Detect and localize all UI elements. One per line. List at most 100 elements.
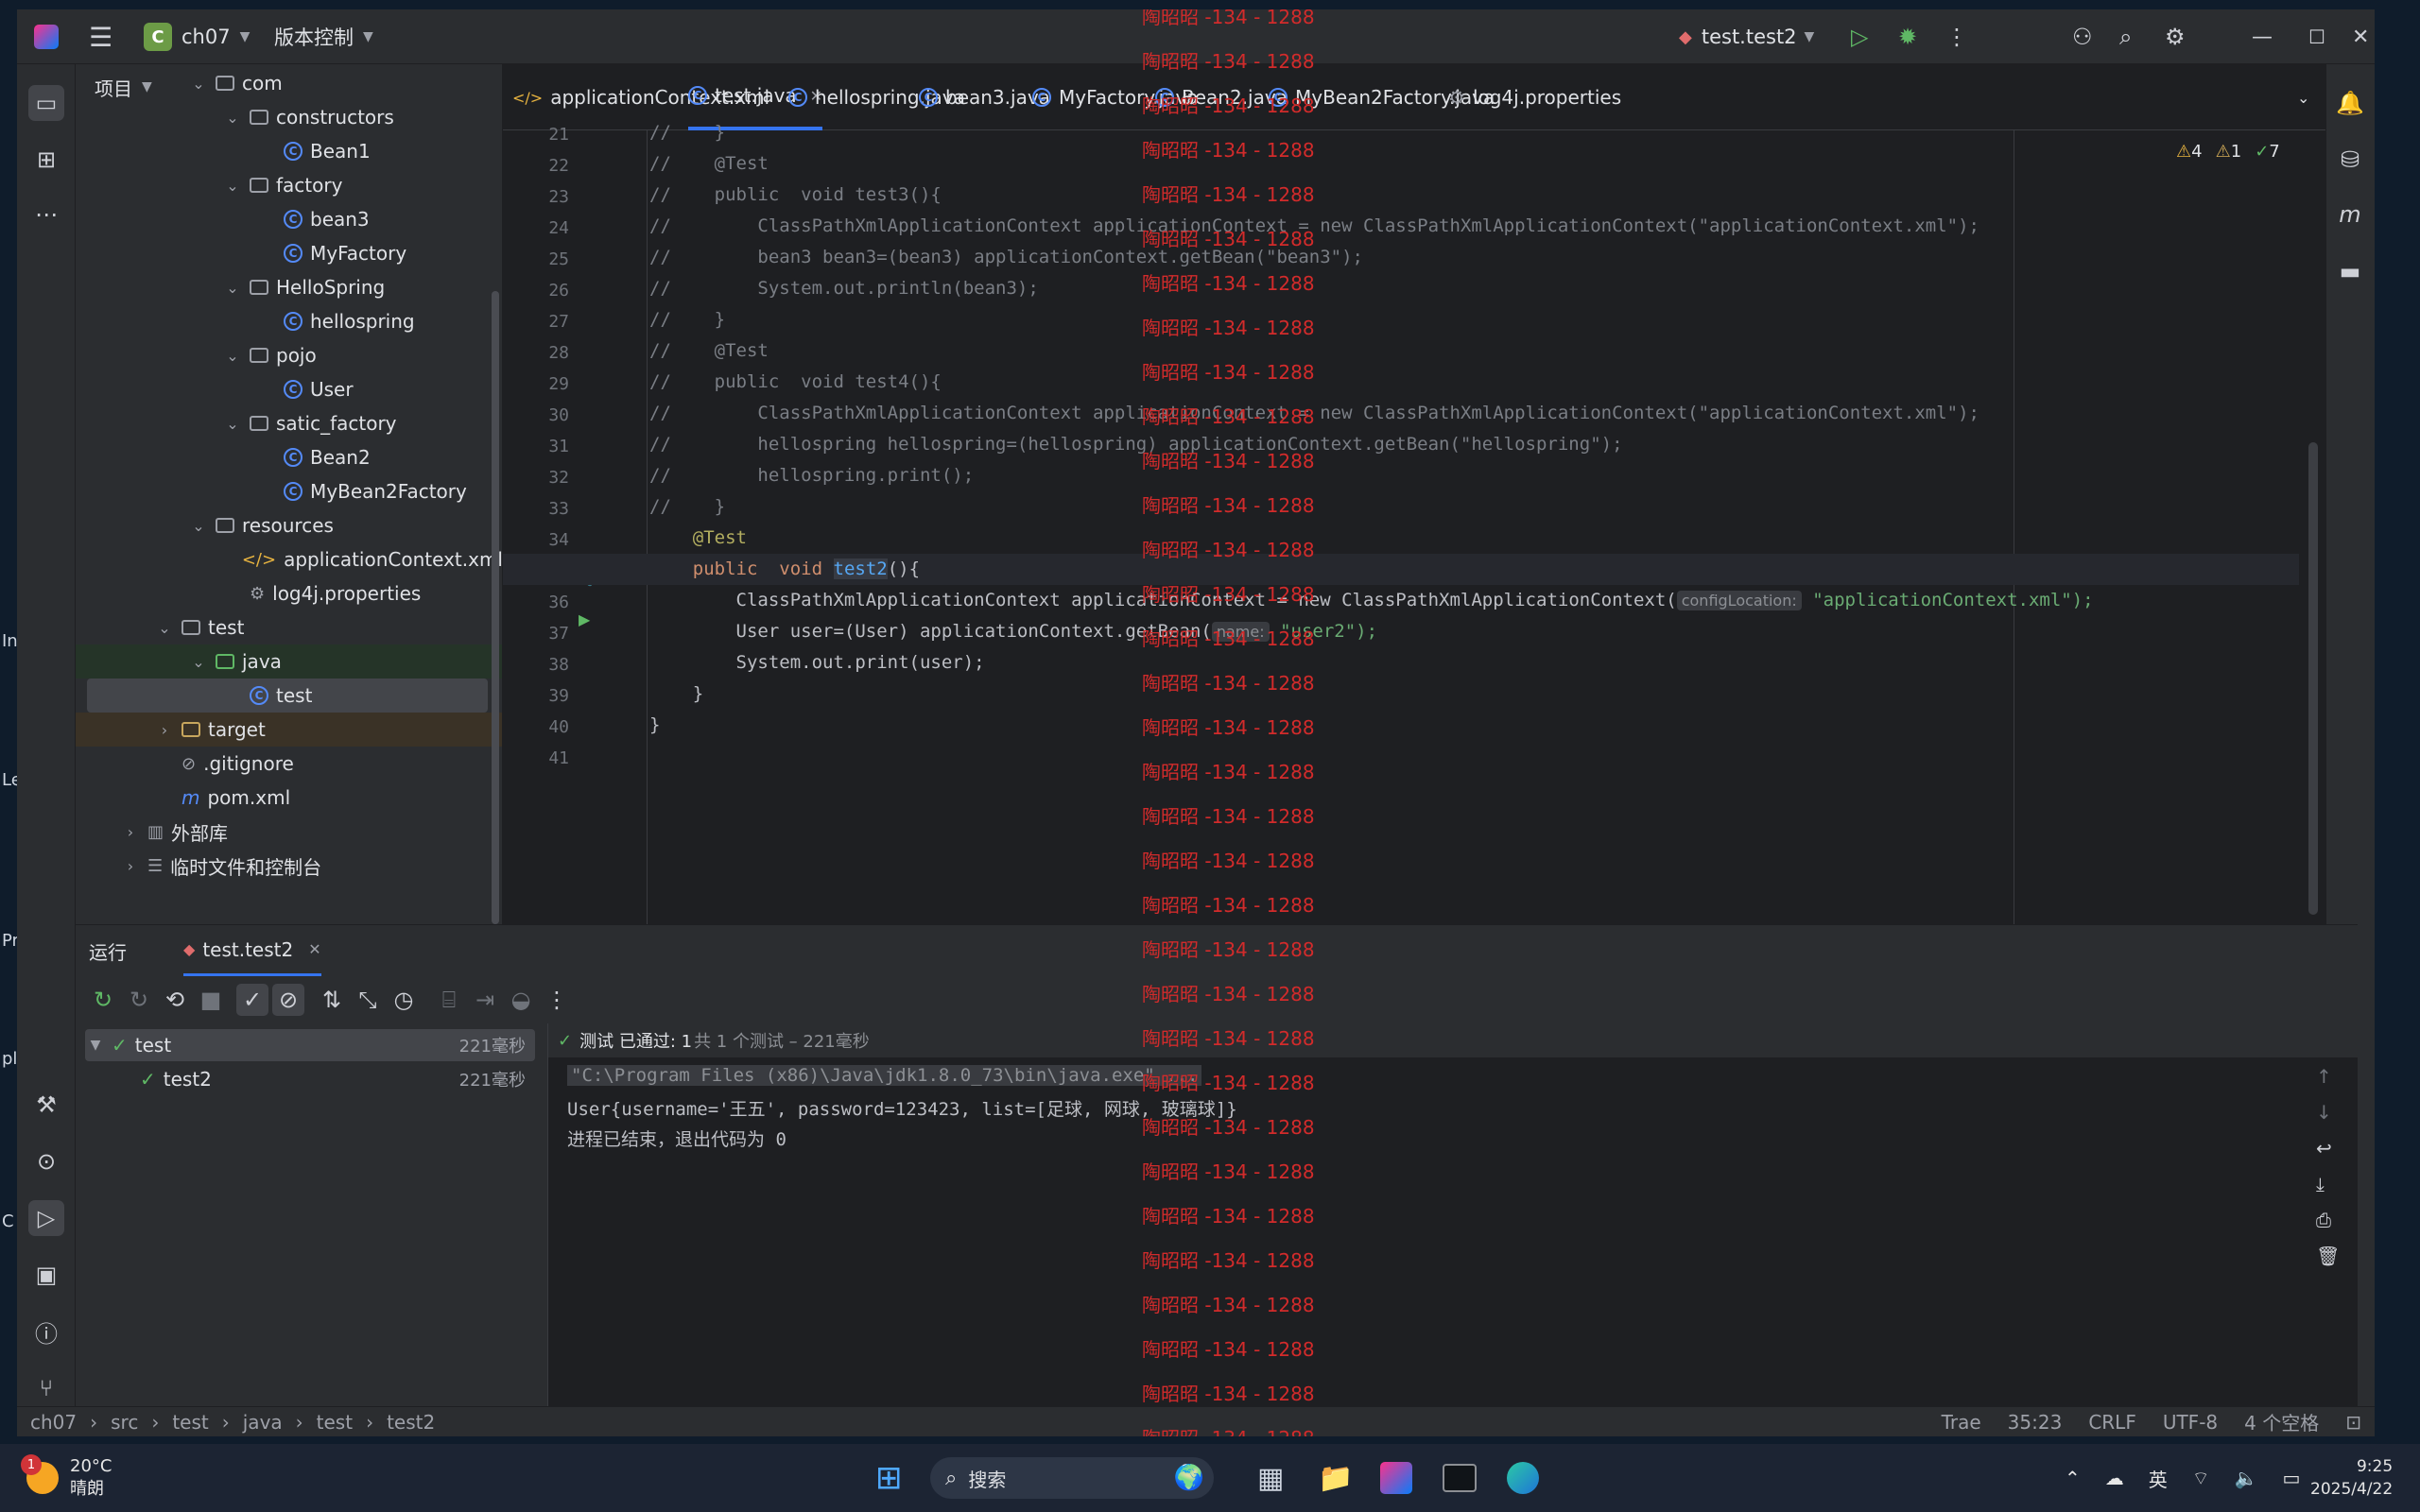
tree-item[interactable]: Cbean3 [76, 202, 502, 236]
test-tree-row[interactable]: ✓ test2 221毫秒 [85, 1063, 535, 1095]
close-icon[interactable]: ✕ [2352, 9, 2369, 64]
screenshot-icon[interactable]: ⌸ [431, 987, 467, 1013]
readonly-toggle-icon[interactable]: ⊡ [2345, 1411, 2361, 1434]
maven-icon[interactable]: m [2332, 197, 2368, 232]
more-actions-icon[interactable]: ⋮ [1945, 9, 1968, 64]
weather-widget[interactable]: 1 20°C 晴朗 [21, 1454, 112, 1501]
minimize-icon[interactable]: — [2252, 9, 2273, 64]
database-icon[interactable]: ⛁ [2332, 142, 2368, 178]
vcs-menu[interactable]: 版本控制 ▼ [274, 9, 373, 64]
tree-item[interactable]: ⚙ log4j.properties [76, 576, 502, 610]
editor-tab[interactable]: Cbean3.java [919, 64, 1050, 130]
breadcrumb-item[interactable]: ch07 [30, 1411, 77, 1434]
file-explorer-icon[interactable]: 📁 [1318, 1462, 1353, 1495]
battery-icon[interactable]: ▭ [2282, 1467, 2300, 1489]
trash-icon[interactable]: 🗑 [2316, 1245, 2340, 1267]
onedrive-icon[interactable]: ☁ [2105, 1467, 2124, 1489]
tray-overflow-icon[interactable]: ⌃ [2065, 1467, 2081, 1489]
tree-item[interactable]: ⌄ resources [76, 508, 502, 542]
edge-taskbar-icon[interactable] [1507, 1462, 1539, 1494]
tree-item[interactable]: </> applicationContext.xml [76, 542, 502, 576]
tree-item[interactable]: › ☰ 临时文件和控制台 [76, 849, 502, 883]
coverage-icon[interactable]: ◒ [503, 987, 539, 1013]
status-item[interactable]: CRLF [2088, 1411, 2136, 1434]
structure-tool-icon[interactable]: ⊞ [28, 142, 64, 178]
tree-item[interactable]: ⌄ pojo [76, 338, 502, 372]
tree-scrollbar[interactable] [492, 291, 499, 924]
tree-item[interactable]: m pom.xml [76, 781, 502, 815]
settings-gear-icon[interactable]: ⚙ [2165, 9, 2186, 64]
run-icon[interactable]: ▷ [1851, 9, 1868, 64]
add-user-icon[interactable]: ⚇ [2072, 9, 2093, 64]
export-icon[interactable]: ⇥ [467, 987, 503, 1013]
stop-icon[interactable]: ■ [193, 987, 229, 1013]
run-test-gutter-icon[interactable]: ▶ [579, 610, 590, 628]
run-tool-icon[interactable]: ▷ [28, 1200, 64, 1236]
breadcrumb-item[interactable]: test [317, 1411, 353, 1434]
history-icon[interactable]: ◷ [386, 987, 422, 1013]
maximize-icon[interactable]: ☐ [2308, 9, 2325, 64]
tree-item[interactable]: ⌄ factory [76, 168, 502, 202]
toggle-auto-test-icon[interactable]: ⟲ [157, 987, 193, 1013]
up-icon[interactable]: ↑ [2316, 1065, 2340, 1088]
editor-tab[interactable]: ⚙ log4j.properties [1448, 64, 1621, 130]
rerun-icon[interactable]: ↻ [85, 987, 121, 1013]
intellij-logo-icon[interactable] [34, 9, 59, 64]
breadcrumb-item[interactable]: java [243, 1411, 283, 1434]
terminal-taskbar-icon[interactable] [1443, 1464, 1477, 1492]
run-tab[interactable]: ◆ test.test2 ✕ [183, 925, 321, 976]
tree-item[interactable]: ⌄ satic_factory [76, 406, 502, 440]
print-icon[interactable]: ⎙ [2316, 1209, 2340, 1231]
tree-item[interactable]: ⌄ com [76, 66, 502, 100]
bookmarks-icon[interactable]: ▬ [2332, 253, 2368, 289]
wifi-icon[interactable]: ⌔ [2192, 1467, 2210, 1490]
project-switcher[interactable]: C ch07 ▼ [144, 9, 250, 64]
status-item[interactable]: 4 个空格 [2244, 1408, 2319, 1435]
volume-icon[interactable]: 🔈 [2235, 1467, 2258, 1489]
services-tool-icon[interactable]: ⊙ [28, 1143, 64, 1179]
status-item[interactable]: UTF-8 [2163, 1411, 2218, 1434]
show-passed-icon[interactable]: ✓ [236, 984, 268, 1016]
tree-item[interactable]: ⊘ .gitignore [76, 747, 502, 781]
tree-item[interactable]: › target [76, 713, 502, 747]
tree-item[interactable]: ⌄ constructors [76, 100, 502, 134]
sort-icon[interactable]: ⇅ [314, 987, 350, 1013]
collapse-icon[interactable]: ⤡ [350, 987, 386, 1013]
tree-item[interactable]: › ▥ 外部库 [76, 815, 502, 849]
code-area[interactable]: // }// @Test// public void test3(){// Cl… [503, 122, 2299, 924]
notifications-icon[interactable]: 🔔 [2332, 85, 2368, 121]
project-tool-icon[interactable]: ▭ [28, 85, 64, 121]
intellij-taskbar-icon[interactable] [1380, 1462, 1412, 1494]
build-tool-icon[interactable]: ⚒ [28, 1087, 64, 1123]
problems-tool-icon[interactable]: ⓘ [28, 1314, 64, 1349]
breadcrumb-item[interactable]: test2 [387, 1411, 435, 1434]
git-tool-icon[interactable]: ⑂ [28, 1370, 64, 1406]
more-actions-icon[interactable]: ⋮ [539, 987, 575, 1013]
tree-item[interactable]: C MyBean2Factory [76, 474, 502, 508]
taskbar-search[interactable]: ⌕ 搜索 🌍 [930, 1457, 1214, 1499]
status-item[interactable]: Trae [1942, 1411, 1981, 1434]
show-ignored-icon[interactable]: ⊘ [272, 984, 304, 1016]
tree-item[interactable]: C Bean1 [76, 134, 502, 168]
tree-item[interactable]: Chellospring [76, 304, 502, 338]
console-output[interactable]: "C:\Program Files (x86)\Java\jdk1.8.0_73… [548, 1057, 2358, 1407]
tabs-dropdown-icon[interactable]: ⌄ [2297, 64, 2309, 130]
main-menu-icon[interactable]: ☰ [89, 9, 112, 64]
start-icon[interactable]: ⊞ [875, 1459, 903, 1497]
terminal-tool-icon[interactable]: ▣ [28, 1257, 64, 1293]
soft-wrap-icon[interactable]: ↩ [2316, 1137, 2340, 1160]
down-icon[interactable]: ↓ [2316, 1101, 2340, 1124]
scroll-end-icon[interactable]: ⤓ [2316, 1173, 2340, 1195]
close-tab-icon[interactable]: ✕ [308, 940, 320, 958]
tree-item[interactable]: C MyFactory [76, 236, 502, 270]
rerun-failed-icon[interactable]: ↻ [121, 987, 157, 1013]
task-view-icon[interactable]: ▦ [1257, 1462, 1284, 1495]
test-tree-row[interactable]: ▼ ✓ test 221毫秒 [85, 1029, 535, 1061]
tree-item[interactable]: ⌄ HelloSpring [76, 270, 502, 304]
tree-item[interactable]: Ctest [87, 679, 488, 713]
tree-item[interactable]: C User [76, 372, 502, 406]
run-config-selector[interactable]: ◆ test.test2 ▼ [1679, 9, 1814, 64]
tree-item[interactable]: ⌄ java [76, 644, 502, 679]
breadcrumb-item[interactable]: src [111, 1411, 138, 1434]
tree-item[interactable]: ⌄ test [76, 610, 502, 644]
